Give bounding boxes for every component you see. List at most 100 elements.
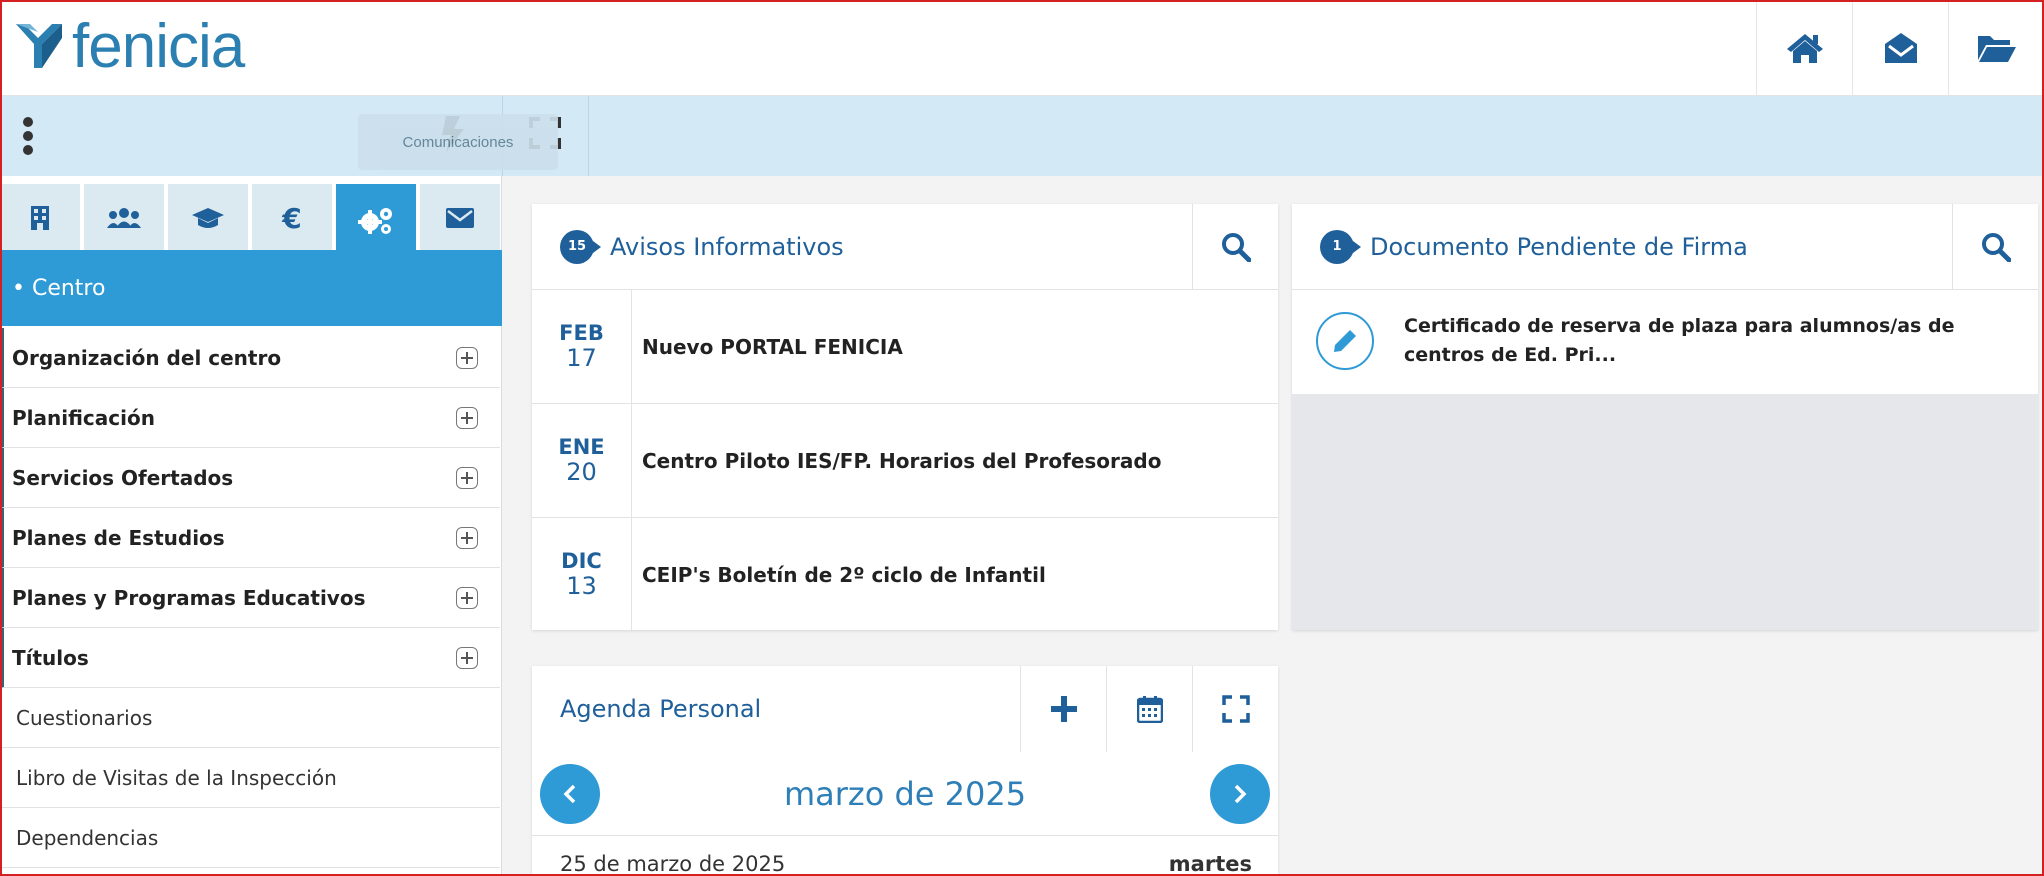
aviso-date: FEB 17: [532, 290, 632, 403]
sidebar-menu: Organización del centro Planificación Se…: [0, 328, 500, 868]
fenicia-logo-icon: [16, 24, 62, 68]
aviso-month: ENE: [558, 434, 605, 459]
calendar-icon: [1136, 696, 1163, 723]
agenda-expand-button[interactable]: [1192, 666, 1278, 752]
sidebar-item-cuestionarios[interactable]: Cuestionarios: [0, 688, 500, 748]
agenda-title: Agenda Personal: [560, 695, 762, 723]
expand-icon: [1221, 695, 1250, 723]
top-header: fenicia: [0, 0, 2044, 96]
sidebar-item-libro-visitas[interactable]: Libro de Visitas de la Inspección: [0, 748, 500, 808]
sidebar-item-dependencias[interactable]: Dependencias: [0, 808, 500, 868]
month-navigator: marzo de 2025: [532, 752, 1278, 836]
documento-text[interactable]: Certificado de reserva de plaza para alu…: [1404, 312, 1954, 371]
chevron-right-icon: [1234, 784, 1247, 803]
avisos-count-badge: 15: [560, 229, 601, 264]
home-button[interactable]: [1756, 0, 1852, 96]
messages-button[interactable]: [1852, 0, 1948, 96]
graduation-cap-icon: [192, 208, 224, 228]
documento-search-button[interactable]: [1952, 204, 2038, 290]
documento-item[interactable]: Certificado de reserva de plaza para alu…: [1292, 290, 2038, 394]
tab-comunicaciones[interactable]: [420, 184, 500, 252]
sidebar-item-planificacion[interactable]: Planificación: [0, 388, 500, 448]
avisos-card: 15 Avisos Informativos FEB 17 Nuevo PORT…: [532, 204, 1278, 632]
pencil-icon: [1334, 330, 1356, 352]
sidebar-item-label: Planes de Estudios: [12, 525, 225, 550]
plus-square-icon[interactable]: [456, 526, 478, 549]
building-icon: [31, 206, 49, 230]
aviso-day: 20: [566, 457, 597, 486]
aviso-date: DIC 13: [532, 518, 632, 632]
documento-card: 1 Documento Pendiente de Firma Certifica…: [1292, 204, 2038, 630]
aviso-month: FEB: [559, 320, 604, 345]
header-actions: [1756, 0, 2044, 96]
aviso-title-link[interactable]: CEIP's Boletín de 2º ciclo de Infantil: [642, 563, 1046, 587]
search-icon: [1981, 233, 2011, 262]
sidebar-item-label: Servicios Ofertados: [12, 465, 234, 490]
plus-square-icon[interactable]: [456, 346, 478, 369]
aviso-title-link[interactable]: Nuevo PORTAL FENICIA: [642, 335, 903, 359]
avisos-search-button[interactable]: [1192, 204, 1278, 290]
plus-square-icon[interactable]: [456, 646, 478, 669]
tab-configuracion[interactable]: [336, 184, 416, 258]
folder-open-icon: [1977, 36, 2016, 62]
prev-month-button[interactable]: [540, 763, 600, 824]
sidebar-item-label: Títulos: [12, 645, 89, 670]
search-icon: [1221, 233, 1251, 262]
agenda-day-row: 25 de marzo de 2025 martes: [532, 836, 1278, 876]
add-event-button[interactable]: [1020, 666, 1106, 752]
sidebar-item-label: Dependencias: [16, 825, 159, 850]
aviso-month: DIC: [561, 549, 602, 574]
documento-count-badge: 1: [1320, 229, 1361, 264]
plus-square-icon[interactable]: [456, 406, 478, 429]
sidebar-item-label: Planificación: [12, 405, 155, 430]
tab-personas[interactable]: [84, 184, 164, 252]
toolbar-divider: [588, 96, 589, 176]
sidebar: € • Centro Organización del centro Plani…: [0, 176, 502, 876]
aviso-row[interactable]: DIC 13 CEIP's Boletín de 2º ciclo de Inf…: [532, 518, 1278, 632]
sidebar-tabs: €: [0, 184, 504, 258]
plus-square-icon[interactable]: [456, 466, 478, 489]
documento-empty-area: [1292, 394, 2038, 630]
plus-icon: [1050, 696, 1077, 722]
app-name: fenicia: [72, 12, 245, 81]
sidebar-item-label: Organización del centro: [12, 345, 282, 370]
gears-icon: [358, 208, 392, 234]
plus-square-icon[interactable]: [456, 586, 478, 609]
euro-icon: €: [282, 201, 302, 235]
agenda-card: Agenda Personal marzo de 2025 25 de marz…: [532, 666, 1278, 876]
sidebar-item-servicios[interactable]: Servicios Ofertados: [0, 448, 500, 508]
users-icon: [107, 208, 141, 228]
sidebar-item-label: Libro de Visitas de la Inspección: [16, 765, 337, 790]
tab-academico[interactable]: [168, 184, 248, 252]
sidebar-item-planes-estudios[interactable]: Planes de Estudios: [0, 508, 500, 568]
aviso-title-link[interactable]: Centro Piloto IES/FP. Horarios del Profe…: [642, 449, 1161, 473]
sidebar-item-label: Cuestionarios: [16, 705, 153, 730]
agenda-weekday: martes: [1168, 852, 1252, 876]
chevron-left-icon: [563, 784, 576, 803]
section-title-centro[interactable]: • Centro: [0, 250, 502, 326]
documents-button[interactable]: [1948, 0, 2044, 96]
documento-line: centros de Ed. Pri...: [1404, 344, 1617, 367]
agenda-header: Agenda Personal: [532, 666, 1278, 752]
current-month: marzo de 2025: [783, 774, 1027, 813]
aviso-row[interactable]: ENE 20 Centro Piloto IES/FP. Horarios de…: [532, 404, 1278, 518]
next-month-button[interactable]: [1210, 763, 1270, 824]
documento-line: Certificado de reserva de plaza para alu…: [1404, 315, 1955, 337]
tab-centro-building[interactable]: [0, 184, 80, 252]
app-logo[interactable]: fenicia: [12, 12, 245, 81]
tab-economico[interactable]: €: [252, 184, 332, 252]
sidebar-item-organizacion[interactable]: Organización del centro: [0, 328, 500, 388]
sidebar-item-label: Planes y Programas Educativos: [12, 585, 366, 610]
more-options-button[interactable]: [18, 114, 38, 158]
calendar-button[interactable]: [1106, 666, 1192, 752]
envelope-icon: [446, 208, 474, 228]
sidebar-item-planes-programas[interactable]: Planes y Programas Educativos: [0, 568, 500, 628]
documento-header: 1 Documento Pendiente de Firma: [1292, 204, 2038, 290]
sidebar-item-titulos[interactable]: Títulos: [0, 628, 500, 688]
avisos-header: 15 Avisos Informativos: [532, 204, 1278, 290]
vertical-dots-icon: [23, 117, 33, 155]
aviso-row[interactable]: FEB 17 Nuevo PORTAL FENICIA: [532, 290, 1278, 404]
toolbar: [0, 96, 2044, 176]
sign-button[interactable]: [1316, 312, 1374, 370]
tooltip: Comunicaciones: [358, 114, 558, 170]
